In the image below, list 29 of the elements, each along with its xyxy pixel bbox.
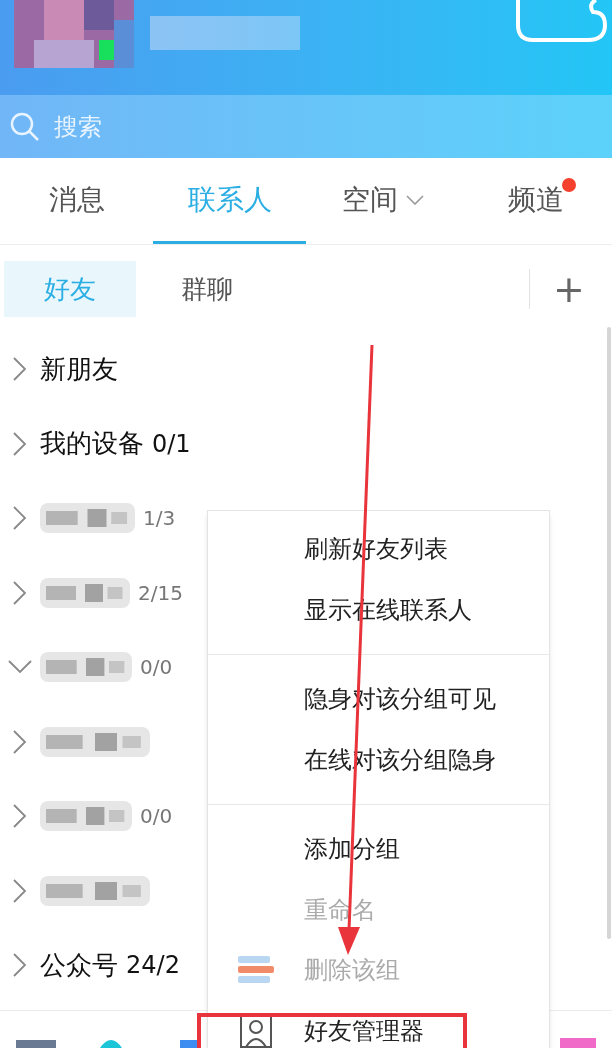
group-count: 0/0: [140, 803, 173, 831]
add-button[interactable]: +: [530, 261, 608, 317]
subtab[interactable]: 群聊: [136, 261, 278, 317]
contact-group[interactable]: 我的设备 0/1: [0, 406, 206, 481]
menu-item[interactable]: 添加分组: [208, 819, 549, 880]
avatar[interactable]: [14, 0, 134, 68]
contact-group[interactable]: 新朋友: [0, 332, 206, 407]
group-name: 新朋友: [40, 352, 118, 386]
stack-icon: [238, 956, 274, 985]
contact-group[interactable]: 0/0: [0, 779, 206, 854]
search-placeholder: 搜索: [54, 111, 102, 143]
scrollbar[interactable]: [607, 327, 611, 939]
contact-group[interactable]: 1/3: [0, 481, 206, 556]
tab[interactable]: 空间: [306, 158, 459, 244]
search-icon: [10, 111, 40, 142]
group-count: 0/0: [140, 654, 173, 682]
contact-group[interactable]: 0/0: [0, 630, 206, 705]
group-count: 0/1: [152, 428, 191, 460]
contact-group[interactable]: 公众号 24/2: [0, 928, 206, 1003]
group-count: 24/2: [126, 950, 180, 982]
tab[interactable]: 频道: [459, 158, 612, 244]
menu-item[interactable]: 好友管理器: [208, 1000, 549, 1048]
toolbar-icon[interactable]: [180, 1040, 200, 1048]
group-name: 我的设备: [40, 427, 144, 461]
group-name: 公众号: [40, 948, 118, 982]
tab[interactable]: 消息: [0, 158, 153, 244]
group-count: 1/3: [143, 505, 176, 533]
contact-group[interactable]: 2/15: [0, 555, 206, 630]
group-count: 2/15: [138, 579, 183, 607]
